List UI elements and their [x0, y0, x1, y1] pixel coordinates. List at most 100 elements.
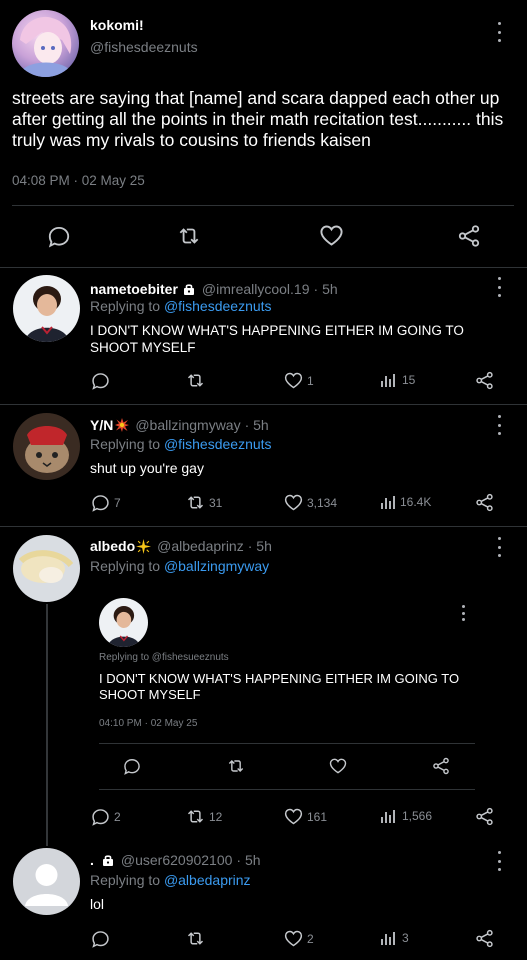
- heart-icon: [283, 928, 304, 949]
- like-button[interactable]: 1: [283, 370, 314, 391]
- heart-icon: [283, 370, 304, 391]
- like-count: 161: [307, 809, 328, 824]
- quoted-replying-to: Replying to @fishesueeznuts: [99, 652, 229, 663]
- avatar[interactable]: [12, 10, 79, 77]
- retweet-button[interactable]: 31: [185, 492, 222, 513]
- replying-prefix: Replying to: [90, 558, 164, 574]
- replying-to: Replying to @fishesdeeznuts: [90, 298, 272, 314]
- like-button[interactable]: [318, 222, 345, 249]
- comment-icon: [122, 756, 142, 776]
- avatar[interactable]: [13, 848, 80, 915]
- explosion-emoji-icon: [115, 418, 130, 432]
- reply-button[interactable]: 7: [90, 492, 121, 513]
- reply-button[interactable]: [122, 756, 142, 776]
- more-options-icon[interactable]: [496, 415, 502, 435]
- reply-count: 7: [114, 495, 121, 510]
- more-options-icon[interactable]: [460, 605, 466, 621]
- like-button[interactable]: 3,134: [283, 492, 337, 513]
- bar-chart-icon: [381, 374, 395, 387]
- replying-to-link[interactable]: @albedaprinz: [164, 872, 251, 888]
- replying-to: Replying to @fishesdeeznuts: [90, 436, 272, 452]
- author-name[interactable]: nametoebiter: [90, 281, 178, 297]
- view-count: 15: [402, 373, 416, 387]
- like-button[interactable]: [328, 756, 348, 776]
- heart-icon: [283, 492, 304, 513]
- views-button[interactable]: 15: [379, 371, 415, 389]
- share-icon: [474, 806, 495, 827]
- reply-button[interactable]: [90, 370, 114, 391]
- retweet-button[interactable]: [185, 928, 209, 949]
- replying-to-link[interactable]: @ballzingmyway: [164, 558, 269, 574]
- like-button[interactable]: 161: [283, 806, 327, 827]
- retweet-button[interactable]: [176, 223, 202, 249]
- share-button[interactable]: [474, 492, 495, 513]
- retweet-icon: [185, 806, 206, 827]
- reply-text: lol: [90, 896, 105, 912]
- bar-chart-icon: [381, 496, 395, 509]
- replying-to-link[interactable]: @fishesdeeznuts: [164, 298, 272, 314]
- retweet-count: 31: [209, 495, 223, 510]
- default-avatar-icon: [25, 864, 68, 906]
- author-handle[interactable]: @imreallycool.19: [202, 281, 310, 297]
- avatar-illustration: [20, 16, 72, 77]
- avatar[interactable]: [13, 413, 80, 480]
- quoted-timestamp: 04:10 PM · 02 May 25: [99, 718, 198, 729]
- heart-icon: [328, 756, 348, 776]
- like-button[interactable]: 2: [283, 928, 314, 949]
- more-options-icon[interactable]: [496, 537, 502, 557]
- view-count: 1,566: [402, 809, 433, 823]
- reply-button[interactable]: [46, 223, 72, 249]
- replying-to-link[interactable]: @fishesdeeznuts: [164, 436, 272, 452]
- like-count: 2: [307, 931, 314, 946]
- share-icon: [474, 370, 495, 391]
- divider: [0, 404, 527, 405]
- retweet-button[interactable]: 12: [185, 806, 222, 827]
- tweet-text: streets are saying that [name] and scara…: [12, 88, 504, 150]
- avatar-photo: [25, 286, 69, 342]
- view-count: 16.4K: [400, 495, 432, 509]
- avatar[interactable]: [13, 275, 80, 342]
- divider: [12, 205, 514, 206]
- divider: [99, 789, 475, 790]
- quoted-text: I DON'T KNOW WHAT'S HAPPENING EITHER IM …: [99, 671, 460, 702]
- share-icon: [474, 492, 495, 513]
- share-button[interactable]: [474, 370, 495, 391]
- avatar[interactable]: [99, 598, 148, 647]
- author-name[interactable]: .: [90, 852, 94, 868]
- author-name[interactable]: kokomi!: [90, 17, 144, 33]
- more-options-icon[interactable]: [496, 22, 502, 42]
- author-name[interactable]: Y/N: [90, 417, 113, 433]
- more-options-icon[interactable]: [496, 277, 502, 297]
- like-count: 3,134: [307, 495, 338, 510]
- time-ago: · 5h: [313, 281, 338, 297]
- author-handle[interactable]: @user620902100: [121, 852, 233, 868]
- reply-count: 2: [114, 809, 121, 824]
- reply-button[interactable]: [90, 928, 114, 949]
- avatar-photo: [25, 426, 69, 473]
- views-button[interactable]: 3: [379, 929, 409, 947]
- reply-text: I DON'T KNOW WHAT'S HAPPENING EITHER IM …: [90, 323, 464, 355]
- author-handle[interactable]: @albedaprinz: [157, 538, 244, 554]
- heart-icon: [318, 222, 345, 249]
- retweet-button[interactable]: [185, 370, 209, 391]
- avatar-photo: [18, 550, 74, 583]
- replying-prefix: Replying to: [90, 436, 164, 452]
- share-button[interactable]: [474, 806, 495, 827]
- views-button[interactable]: 1,566: [379, 807, 432, 825]
- avatar[interactable]: [13, 535, 80, 602]
- share-button[interactable]: [474, 928, 495, 949]
- author-handle[interactable]: @fishesdeeznuts: [90, 39, 198, 55]
- reply-text: shut up you're gay: [90, 460, 204, 476]
- more-options-icon[interactable]: [496, 851, 502, 871]
- author-handle[interactable]: @ballzingmyway: [135, 417, 240, 433]
- share-button[interactable]: [431, 756, 451, 776]
- views-button[interactable]: 16.4K: [379, 493, 431, 511]
- divider: [0, 267, 527, 268]
- reply-button[interactable]: 2: [90, 806, 121, 827]
- author-name[interactable]: albedo: [90, 538, 135, 554]
- share-button[interactable]: [456, 223, 482, 249]
- sparkle-star-icon: [136, 538, 152, 554]
- view-count: 3: [402, 931, 409, 945]
- replying-prefix: Replying to: [90, 872, 164, 888]
- retweet-button[interactable]: [226, 756, 246, 776]
